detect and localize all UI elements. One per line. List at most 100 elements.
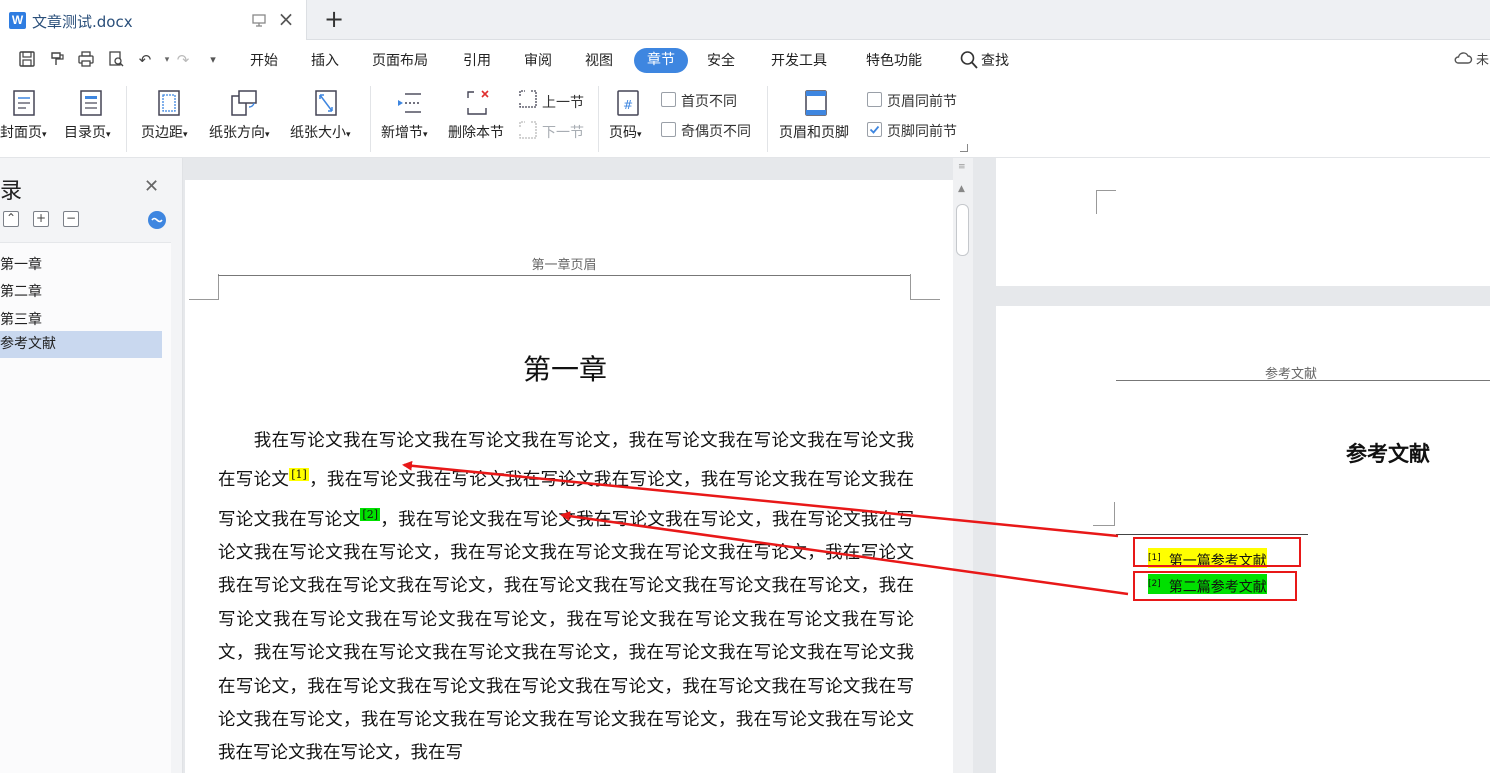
redo-icon: ↷ — [176, 51, 190, 69]
toc-item-references[interactable]: 参考文献 — [0, 331, 162, 358]
ribbon-expand-icon[interactable] — [960, 144, 968, 152]
citation-2[interactable]: [2] — [360, 507, 380, 521]
close-tab-icon[interactable]: × — [276, 9, 296, 29]
menu-page-layout[interactable]: 页面布局 — [372, 50, 428, 72]
paper-size-icon[interactable] — [312, 88, 340, 118]
annotation-box-footnote-2 — [1133, 571, 1297, 601]
page-number-button[interactable]: 页码▾ — [609, 122, 642, 142]
section-ribbon: 封面页▾ 目录页▾ 页边距▾ 纸张方向▾ 纸张大小▾ 新增节▾ 删除本节 上一节… — [0, 80, 1490, 158]
vertical-scrollbar[interactable]: ≡ ▲ — [953, 158, 973, 773]
scroll-up-icon[interactable]: ▲ — [958, 184, 965, 194]
smart-toc-icon[interactable] — [148, 211, 166, 229]
page-chapter-1[interactable]: 第一章页眉 第一章 我在写论文我在写论文我在写论文我在写论文，我在写论文我在写论… — [185, 180, 953, 780]
collapse-all-icon[interactable]: − — [63, 211, 79, 227]
margins-button[interactable]: 页边距▾ — [141, 122, 188, 142]
body-paragraph[interactable]: 我在写论文我在写论文我在写论文我在写论文，我在写论文我在写论文我在写论文我在写论… — [218, 425, 914, 771]
menu-view[interactable]: 视图 — [585, 50, 613, 72]
new-section-button[interactable]: 新增节▾ — [381, 122, 428, 142]
odd-even-diff-checkbox[interactable] — [661, 122, 676, 137]
references-heading[interactable]: 参考文献 — [1346, 438, 1430, 468]
margin-corner-mark — [910, 274, 940, 300]
menu-home[interactable]: 开始 — [250, 50, 278, 72]
header-same-as-prev-label: 页眉同前节 — [887, 94, 957, 110]
close-panel-icon[interactable]: ✕ — [144, 176, 159, 197]
margin-corner-mark — [1096, 190, 1116, 214]
collapse-up-icon[interactable]: ⌃ — [3, 211, 19, 227]
body-text-run: ，我在写论文我在写论文我在写论文我在写论文，我在写论文我在写论文我在写论文我在写… — [218, 509, 915, 764]
annotation-box-footnote-1 — [1133, 537, 1301, 567]
scroll-split-icon[interactable]: ≡ — [958, 162, 966, 172]
ribbon-divider — [767, 86, 768, 152]
prev-section-button[interactable]: 上一节 — [542, 92, 584, 112]
citation-1[interactable]: [1] — [289, 468, 309, 482]
tab-bar: W 文章测试.docx × + — [0, 0, 1490, 40]
cover-page-icon[interactable] — [10, 88, 38, 118]
wps-writer-icon: W — [9, 12, 26, 29]
sync-status-label[interactable]: 未 — [1476, 50, 1489, 72]
page-number-icon[interactable]: # — [614, 88, 642, 118]
page-header-text[interactable]: 第一章页眉 — [218, 254, 910, 273]
header-rule — [1116, 380, 1490, 381]
document-tab-title: 文章测试.docx — [32, 13, 133, 31]
customize-toolbar-icon[interactable]: ▾ — [202, 50, 224, 70]
cloud-icon[interactable] — [1452, 50, 1474, 70]
footer-same-as-prev-checkbox[interactable] — [867, 122, 882, 137]
undo-icon[interactable]: ↶ — [134, 50, 156, 70]
print-icon[interactable] — [75, 50, 97, 70]
margin-corner-mark — [1093, 502, 1115, 526]
orientation-icon[interactable] — [229, 88, 257, 118]
menu-section[interactable]: 章节 — [634, 48, 688, 73]
svg-text:#: # — [623, 98, 633, 112]
footnote-separator — [1116, 534, 1308, 535]
monitor-icon[interactable] — [251, 12, 267, 28]
header-footer-button[interactable]: 页眉和页脚 — [779, 122, 849, 142]
page-previous-end[interactable] — [996, 158, 1490, 286]
ribbon-divider — [598, 86, 599, 152]
document-tab[interactable]: W 文章测试.docx × — [0, 0, 307, 40]
toc-page-button[interactable]: 目录页▾ — [64, 122, 111, 142]
save-icon[interactable] — [16, 50, 38, 70]
expand-all-icon[interactable]: + — [33, 211, 49, 227]
prev-section-icon[interactable] — [518, 89, 538, 109]
orientation-button[interactable]: 纸张方向▾ — [209, 122, 270, 142]
new-tab-icon[interactable]: + — [322, 7, 346, 31]
header-rule — [218, 275, 910, 276]
new-section-icon[interactable] — [396, 88, 424, 118]
odd-even-diff-label: 奇偶页不同 — [681, 124, 751, 140]
toc-item-chapter-3[interactable]: 第三章 — [0, 307, 162, 334]
next-section-button: 下一节 — [542, 125, 584, 141]
delete-section-button[interactable]: 删除本节 — [448, 122, 504, 142]
menu-review[interactable]: 审阅 — [524, 50, 552, 72]
toc-page-icon[interactable] — [77, 88, 105, 118]
menu-special-features[interactable]: 特色功能 — [866, 50, 922, 72]
search-icon[interactable] — [960, 50, 978, 70]
menu-insert[interactable]: 插入 — [311, 50, 339, 72]
first-page-diff-checkbox[interactable] — [661, 92, 676, 107]
ribbon-divider — [370, 86, 371, 152]
chapter-heading[interactable]: 第一章 — [185, 348, 945, 388]
menu-developer-tools[interactable]: 开发工具 — [771, 50, 827, 72]
header-same-as-prev-checkbox[interactable] — [867, 92, 882, 107]
toc-item-chapter-2[interactable]: 第二章 — [0, 279, 162, 306]
toc-item-chapter-1[interactable]: 第一章 — [0, 252, 162, 279]
navigation-panel: 录 ✕ ⌃ + − 第一章 第二章 第三章 参考文献 — [0, 158, 183, 773]
paper-size-button[interactable]: 纸张大小▾ — [290, 122, 351, 142]
format-painter-icon[interactable] — [46, 50, 68, 70]
footer-same-as-prev-label: 页脚同前节 — [887, 124, 957, 140]
margin-corner-mark — [189, 274, 219, 300]
menu-bar: ↶ ▾ ↷ ▾ 开始 插入 页面布局 引用 审阅 视图 章节 安全 开发工具 特… — [0, 40, 1490, 80]
panel-title: 录 — [0, 179, 23, 204]
toc-list: 第一章 第二章 第三章 参考文献 — [0, 242, 171, 773]
delete-section-icon[interactable] — [465, 88, 493, 118]
search-label[interactable]: 查找 — [981, 50, 1009, 72]
ribbon-divider — [126, 86, 127, 152]
header-footer-icon[interactable] — [802, 88, 830, 118]
scroll-thumb[interactable] — [956, 204, 969, 256]
next-section-icon — [518, 120, 538, 140]
margins-icon[interactable] — [155, 88, 183, 118]
menu-security[interactable]: 安全 — [707, 50, 735, 72]
menu-references[interactable]: 引用 — [463, 50, 491, 72]
cover-page-button[interactable]: 封面页▾ — [0, 122, 47, 142]
print-preview-icon[interactable] — [105, 50, 127, 70]
document-canvas: 第一章页眉 第一章 我在写论文我在写论文我在写论文我在写论文，我在写论文我在写论… — [183, 158, 1490, 780]
